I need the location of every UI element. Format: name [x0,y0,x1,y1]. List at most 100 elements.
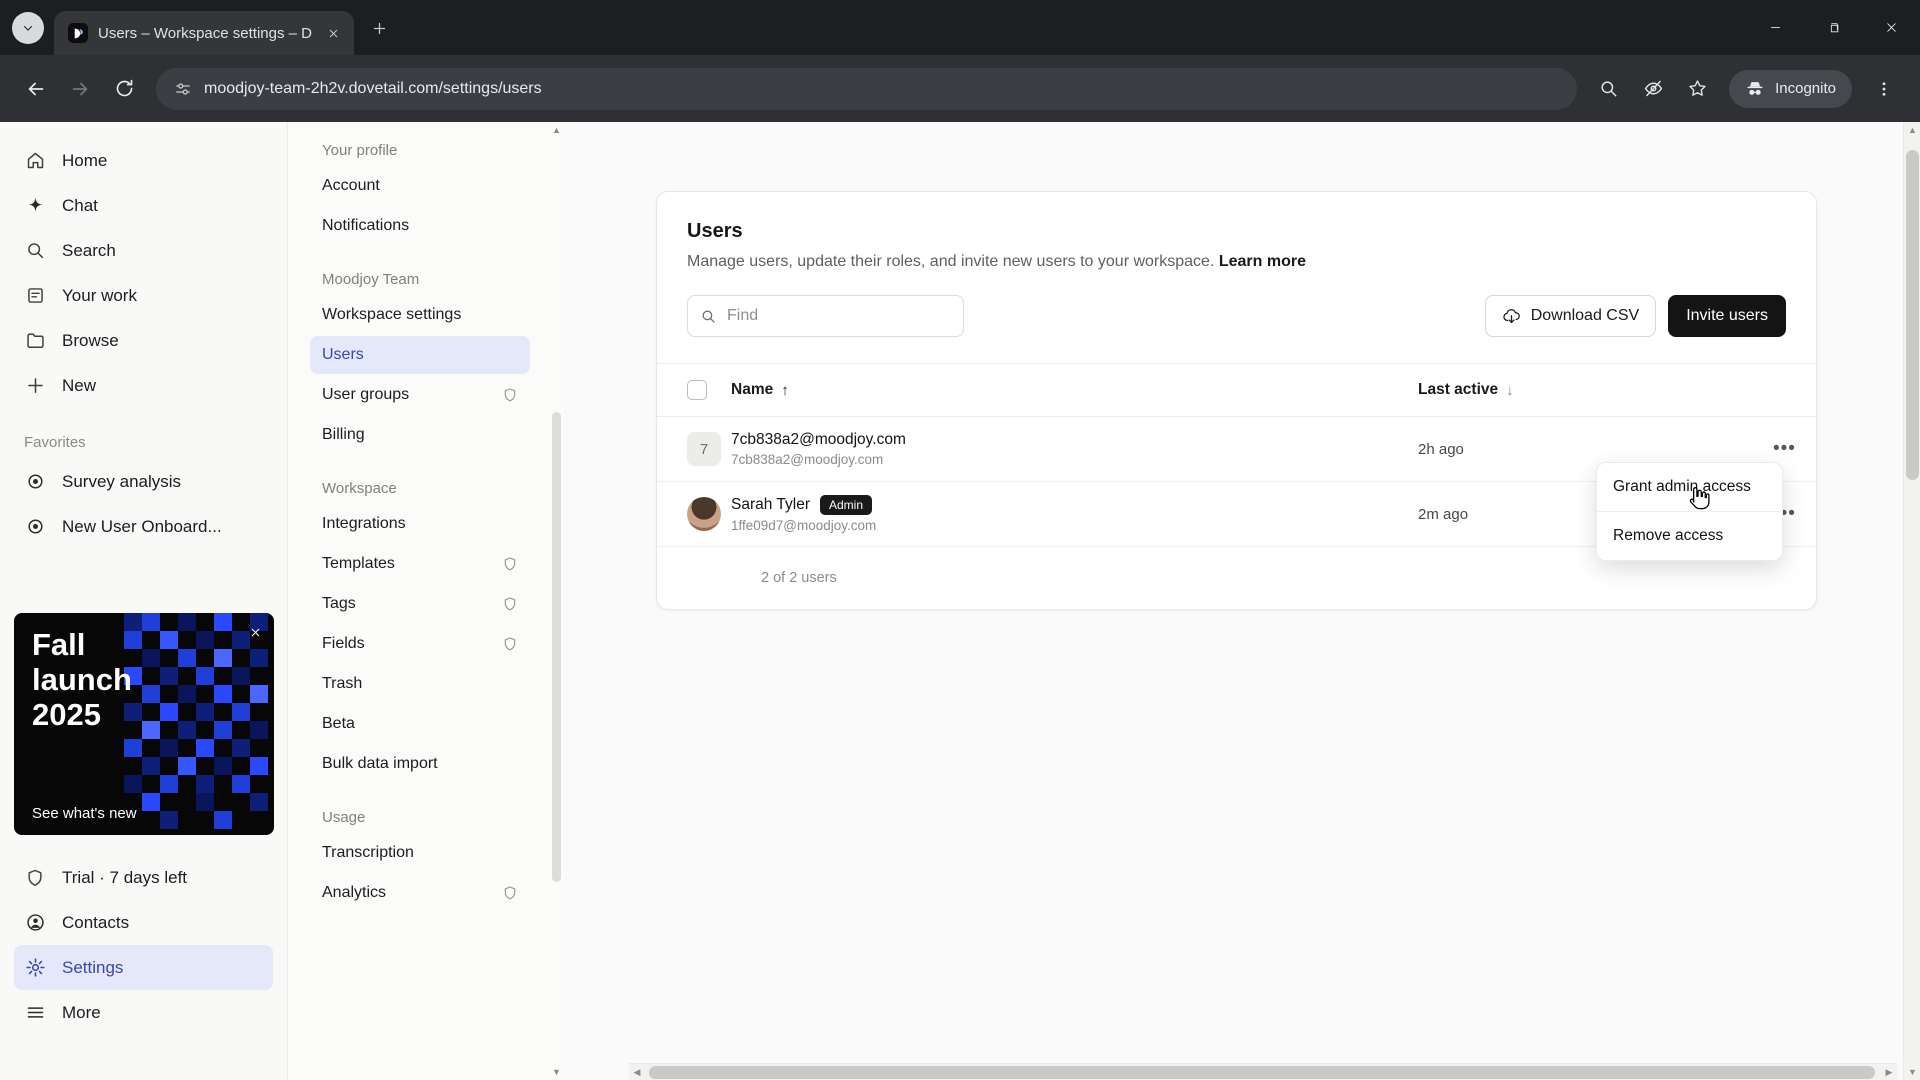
maximize-button[interactable] [1804,0,1862,55]
nav-item-workspace-settings[interactable]: Workspace settings [310,296,530,334]
page: Home Chat Search Your work Browse New Fa… [0,122,1920,1080]
sort-desc-icon[interactable]: ↓ [1506,382,1514,399]
nav-item-label: User groups [322,386,410,403]
home-icon [24,150,46,171]
invite-users-button[interactable]: Invite users [1668,295,1786,337]
page-scrollbar[interactable]: ▲ ▼ [1903,122,1920,1080]
app-sidebar: Home Chat Search Your work Browse New Fa… [0,122,288,1080]
nav-item-account[interactable]: Account [310,167,530,205]
nav-item-tags[interactable]: Tags [310,585,530,623]
horizontal-scrollbar[interactable]: ◀ ▶ [629,1063,1897,1080]
column-name[interactable]: Name [731,381,773,399]
nav-item-label: Account [322,177,380,194]
sidebar-item-chat[interactable]: Chat [14,183,273,228]
tab-search-button[interactable] [12,12,44,44]
user-email: 1ffe09d7@moodjoy.com [731,518,877,533]
new-tab-button[interactable] [362,11,396,45]
minimize-button[interactable] [1746,0,1804,55]
settings-nav-scrollbar[interactable]: ▲ ▼ [548,122,565,1080]
sidebar-item-search[interactable]: Search [14,228,273,273]
promo-card[interactable]: Fall launch 2025 See what's new [14,613,274,835]
sidebar-item-settings[interactable]: Settings [14,945,273,990]
sort-asc-icon[interactable]: ↑ [781,382,789,399]
find-input[interactable] [727,307,951,325]
scrollbar-thumb[interactable] [649,1066,1875,1079]
settings-nav: Your profile Account Notifications Moodj… [288,122,548,1080]
avatar [687,497,721,531]
scrollbar-thumb[interactable] [552,412,561,882]
scroll-down-arrow[interactable]: ▼ [1904,1064,1920,1080]
scroll-up-arrow[interactable]: ▲ [548,122,565,138]
favorite-item-survey-analysis[interactable]: Survey analysis [14,459,273,504]
row-context-menu: Grant admin access Remove access [1596,462,1783,561]
menu-item-remove-access[interactable]: Remove access [1597,512,1782,560]
sidebar-item-contacts[interactable]: Contacts [14,900,273,945]
search-icon [24,240,46,261]
zoom-icon[interactable] [1587,67,1631,111]
sidebar-item-label: Contacts [62,912,130,932]
find-search-box[interactable] [687,295,964,337]
nav-item-fields[interactable]: Fields [310,625,530,663]
url-text: moodjoy-team-2h2v.dovetail.com/settings/… [204,79,542,97]
nav-item-trash[interactable]: Trash [310,665,530,703]
scroll-left-arrow[interactable]: ◀ [629,1064,645,1080]
user-name: 7cb838a2@moodjoy.com [731,431,906,448]
nav-item-transcription[interactable]: Transcription [310,834,530,872]
sidebar-item-trial[interactable]: Trial · 7 days left [14,855,273,900]
nav-item-users[interactable]: Users [310,336,530,374]
sidebar-item-new[interactable]: New [14,363,273,408]
nav-item-beta[interactable]: Beta [310,705,530,743]
favorite-item-new-user-onboarding[interactable]: New User Onboard... [14,504,273,549]
browser-menu-button[interactable] [1862,67,1906,111]
nav-item-bulk-data-import[interactable]: Bulk data import [310,745,530,783]
nav-item-analytics[interactable]: Analytics [310,874,530,912]
learn-more-link[interactable]: Learn more [1219,253,1306,270]
eye-slash-icon[interactable] [1631,67,1675,111]
back-button[interactable] [14,67,58,111]
column-last-active[interactable]: Last active [1418,381,1498,399]
sidebar-item-your-work[interactable]: Your work [14,273,273,318]
sidebar-item-label: Home [62,150,108,170]
sidebar-item-home[interactable]: Home [14,138,273,183]
menu-item-grant-admin-access[interactable]: Grant admin access [1597,463,1782,511]
promo-close-icon[interactable] [244,621,266,643]
nav-item-templates[interactable]: Templates [310,545,530,583]
address-bar[interactable]: moodjoy-team-2h2v.dovetail.com/settings/… [156,67,1578,110]
trial-badge-icon [24,868,46,888]
nav-item-notifications[interactable]: Notifications [310,207,530,245]
sidebar-item-label: More [62,1002,101,1022]
sidebar-footer: Trial · 7 days left Contacts Settings Mo… [14,855,273,1035]
page-description: Manage users, update their roles, and in… [687,253,1786,271]
nav-item-integrations[interactable]: Integrations [310,505,530,543]
select-all-checkbox[interactable] [687,380,707,400]
row-menu-button[interactable]: ••• [1767,434,1802,464]
scroll-up-arrow[interactable]: ▲ [1904,122,1920,138]
bookmark-star-icon[interactable] [1675,67,1719,111]
description-text: Manage users, update their roles, and in… [687,253,1215,270]
table-header: Name ↑ Last active ↓ [657,363,1816,417]
nav-item-label: Integrations [322,515,406,532]
sidebar-item-label: Search [62,240,116,260]
favorite-item-label: New User Onboard... [62,516,222,536]
nav-item-billing[interactable]: Billing [310,416,530,454]
scrollbar-thumb[interactable] [1906,150,1919,480]
tab-close-button[interactable] [322,22,344,44]
reload-button[interactable] [102,67,146,111]
scroll-down-arrow[interactable]: ▼ [548,1064,565,1080]
download-csv-button[interactable]: Download CSV [1484,295,1657,337]
site-info-icon[interactable] [174,80,192,98]
sidebar-item-label: Chat [62,195,98,215]
forward-button[interactable] [58,67,102,111]
incognito-label: Incognito [1775,80,1836,97]
browser-tab[interactable]: Users – Workspace settings – D [54,11,354,55]
sidebar-item-more[interactable]: More [14,990,273,1035]
scroll-right-arrow[interactable]: ▶ [1881,1064,1897,1080]
nav-section-header: Moodjoy Team [322,271,420,288]
nav-section-header: Usage [322,809,366,826]
user-email: 7cb838a2@moodjoy.com [731,452,884,467]
sidebar-item-browse[interactable]: Browse [14,318,273,363]
close-window-button[interactable] [1862,0,1920,55]
promo-cta-link[interactable]: See what's new [32,805,137,822]
main-content: Users Manage users, update their roles, … [565,122,1903,1080]
nav-item-user-groups[interactable]: User groups [310,376,530,414]
